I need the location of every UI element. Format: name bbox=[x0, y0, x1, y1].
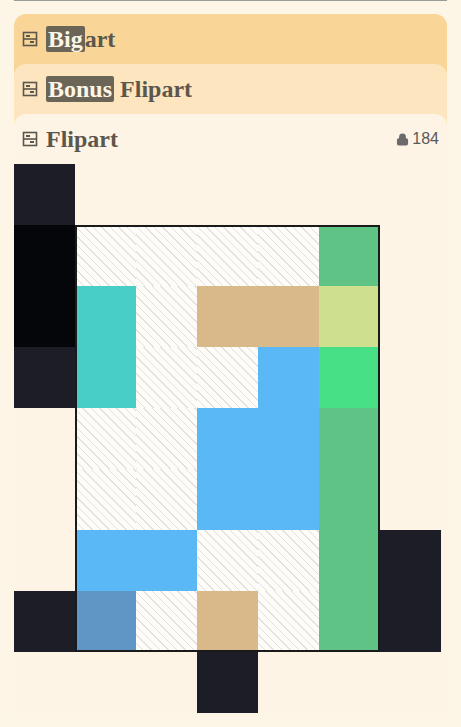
blank-cell[interactable] bbox=[136, 286, 197, 347]
puzzle-header[interactable]: Bonus Flipart bbox=[14, 64, 447, 114]
tile-cell[interactable] bbox=[75, 591, 136, 652]
board-frame bbox=[75, 225, 380, 652]
blank-cell[interactable] bbox=[75, 469, 136, 530]
puzzle-icon bbox=[22, 131, 38, 147]
empty-cell bbox=[380, 164, 441, 225]
empty-cell bbox=[319, 164, 380, 225]
empty-cell bbox=[75, 652, 136, 713]
empty-cell bbox=[14, 530, 75, 591]
tile-cell[interactable] bbox=[14, 347, 75, 408]
tile-cell[interactable] bbox=[197, 591, 258, 652]
tile-cell[interactable] bbox=[197, 652, 258, 713]
tile-cell[interactable] bbox=[319, 408, 380, 469]
empty-cell bbox=[380, 469, 441, 530]
blank-cell[interactable] bbox=[136, 347, 197, 408]
tile-cell[interactable] bbox=[197, 286, 258, 347]
empty-cell bbox=[258, 164, 319, 225]
lock-icon bbox=[396, 133, 409, 146]
tile-cell[interactable] bbox=[14, 591, 75, 652]
title-text: Flipart bbox=[46, 127, 118, 151]
tile-cell[interactable] bbox=[136, 530, 197, 591]
puzzle-card: BigartBonus FlipartFlipart184 bbox=[14, 14, 447, 713]
empty-cell bbox=[197, 164, 258, 225]
blank-cell[interactable] bbox=[136, 408, 197, 469]
blank-cell[interactable] bbox=[258, 225, 319, 286]
puzzle-card: Bonus FlipartFlipart184 bbox=[14, 64, 447, 713]
tile-cell[interactable] bbox=[14, 164, 75, 225]
empty-cell bbox=[258, 652, 319, 713]
empty-cell bbox=[380, 408, 441, 469]
tile-cell[interactable] bbox=[258, 347, 319, 408]
empty-cell bbox=[14, 652, 75, 713]
blank-cell[interactable] bbox=[136, 225, 197, 286]
lock-count: 184 bbox=[396, 127, 439, 151]
empty-cell bbox=[14, 469, 75, 530]
puzzle-icon bbox=[22, 81, 38, 97]
tile-cell[interactable] bbox=[197, 469, 258, 530]
blank-cell[interactable] bbox=[136, 591, 197, 652]
blank-cell[interactable] bbox=[258, 530, 319, 591]
blank-cell[interactable] bbox=[197, 225, 258, 286]
empty-cell bbox=[136, 164, 197, 225]
title-highlight: Bonus bbox=[46, 76, 114, 102]
empty-cell bbox=[14, 408, 75, 469]
tile-cell[interactable] bbox=[319, 530, 380, 591]
tile-cell[interactable] bbox=[75, 286, 136, 347]
tile-cell[interactable] bbox=[197, 408, 258, 469]
title-text: art bbox=[85, 27, 116, 51]
tile-cell[interactable] bbox=[380, 530, 441, 591]
tile-cell[interactable] bbox=[319, 469, 380, 530]
puzzle-icon bbox=[22, 31, 38, 47]
count-text: 184 bbox=[412, 127, 439, 151]
empty-cell bbox=[75, 164, 136, 225]
puzzle-title: Bonus Flipart bbox=[46, 76, 192, 102]
empty-cell bbox=[380, 225, 441, 286]
top-rule bbox=[14, 0, 447, 1]
tile-cell[interactable] bbox=[319, 225, 380, 286]
title-text: Flipart bbox=[114, 77, 192, 101]
tile-cell[interactable] bbox=[14, 286, 75, 347]
empty-cell bbox=[136, 652, 197, 713]
puzzle-title: Bigart bbox=[46, 26, 115, 52]
blank-cell[interactable] bbox=[258, 591, 319, 652]
puzzle-canvas bbox=[14, 164, 447, 713]
puzzle-card: Flipart 184 bbox=[14, 114, 447, 713]
tile-cell[interactable] bbox=[258, 408, 319, 469]
puzzle-header[interactable]: Bigart bbox=[14, 14, 447, 64]
tile-cell[interactable] bbox=[75, 530, 136, 591]
blank-cell[interactable] bbox=[75, 225, 136, 286]
blank-cell[interactable] bbox=[75, 408, 136, 469]
app: BigartBonus FlipartFlipart184 bbox=[0, 0, 461, 727]
title-highlight: Big bbox=[46, 26, 85, 52]
empty-cell bbox=[380, 652, 441, 713]
tile-cell[interactable] bbox=[258, 469, 319, 530]
tile-cell[interactable] bbox=[75, 347, 136, 408]
empty-cell bbox=[380, 347, 441, 408]
blank-cell[interactable] bbox=[197, 347, 258, 408]
puzzle-header[interactable]: Flipart 184 bbox=[14, 114, 447, 164]
puzzle-title: Flipart bbox=[46, 127, 118, 151]
empty-cell bbox=[319, 652, 380, 713]
tile-cell[interactable] bbox=[319, 347, 380, 408]
blank-cell[interactable] bbox=[197, 530, 258, 591]
tile-cell[interactable] bbox=[319, 286, 380, 347]
blank-cell[interactable] bbox=[136, 469, 197, 530]
tile-cell[interactable] bbox=[319, 591, 380, 652]
tile-cell[interactable] bbox=[14, 225, 75, 286]
tile-cell[interactable] bbox=[380, 591, 441, 652]
empty-cell bbox=[380, 286, 441, 347]
puzzle-list: BigartBonus FlipartFlipart184 bbox=[14, 14, 447, 713]
tile-cell[interactable] bbox=[258, 286, 319, 347]
